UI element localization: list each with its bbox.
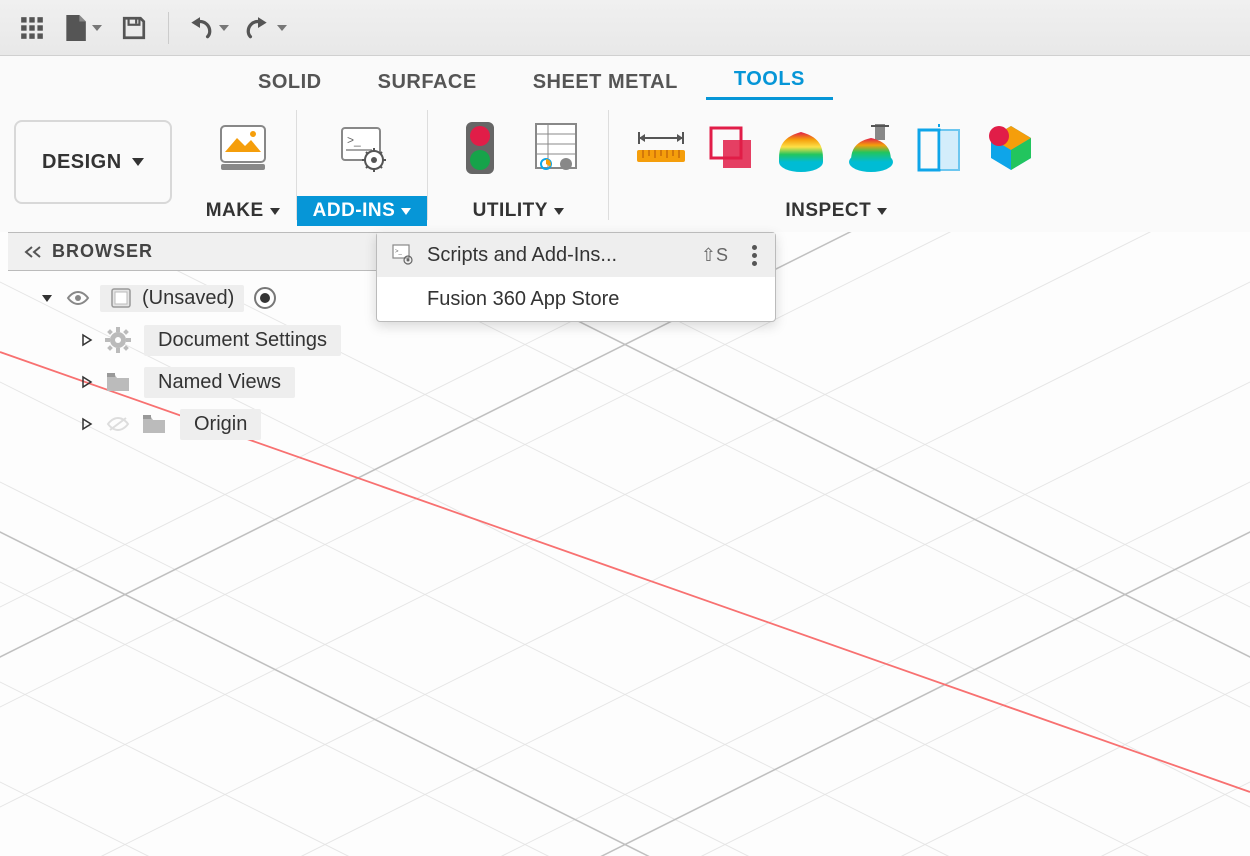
gear-icon — [104, 326, 132, 354]
chevron-down-icon — [401, 208, 411, 215]
addins-dropdown-menu: >_ Scripts and Add-Ins... ⇧S Fusion 360 … — [376, 232, 776, 322]
folder-icon — [104, 368, 132, 396]
tab-surface[interactable]: SURFACE — [350, 63, 505, 100]
scripts-addins-icon: >_ — [391, 243, 415, 267]
redo-icon — [245, 17, 271, 39]
expand-toggle-icon[interactable] — [78, 373, 96, 391]
tab-tools[interactable]: TOOLS — [706, 60, 833, 100]
separator — [168, 12, 169, 44]
browser-tree: (Unsaved) Document Settings Named Views — [8, 271, 418, 451]
chevron-down-icon — [219, 25, 229, 31]
menu-item-scripts-addins[interactable]: >_ Scripts and Add-Ins... ⇧S — [377, 233, 775, 277]
tree-item-label: Origin — [180, 409, 261, 440]
tab-solid[interactable]: SOLID — [230, 63, 350, 100]
browser-header[interactable]: BROWSER — [8, 232, 418, 271]
ribbon-tabs: SOLID SURFACE SHEET METAL TOOLS — [0, 56, 1250, 100]
ribbon-group-utility: UTILITY — [428, 100, 608, 232]
ribbon-group-inspect: INSPECT — [609, 100, 1063, 232]
inspect-dropdown[interactable]: INSPECT — [769, 196, 903, 226]
addins-dropdown[interactable]: ADD-INS — [297, 196, 428, 226]
top-toolbar — [0, 0, 1250, 56]
scripts-addins-icon[interactable]: >_ — [330, 116, 394, 180]
tab-sheet-metal[interactable]: SHEET METAL — [505, 63, 706, 100]
ribbon-body: DESIGN MAKE >_ ADD-INS — [0, 100, 1250, 232]
tree-root-label-box: (Unsaved) — [100, 285, 244, 312]
menu-item-label: Fusion 360 App Store — [427, 288, 761, 311]
browser-title: BROWSER — [52, 241, 153, 262]
menu-item-app-store[interactable]: Fusion 360 App Store — [377, 277, 775, 321]
tree-item-origin[interactable]: Origin — [8, 403, 418, 445]
chevron-down-icon — [132, 158, 144, 166]
save-icon — [121, 15, 147, 41]
measure-icon[interactable] — [629, 116, 693, 180]
svg-text:>_: >_ — [347, 133, 361, 147]
file-menu-button[interactable] — [60, 11, 106, 45]
tree-item-document-settings[interactable]: Document Settings — [8, 319, 418, 361]
chevron-down-icon — [554, 208, 564, 215]
spreadsheet-icon[interactable] — [524, 116, 588, 180]
workspace-selector[interactable]: DESIGN — [14, 120, 172, 204]
print-3d-icon[interactable] — [211, 116, 275, 180]
component-color-icon[interactable] — [979, 116, 1043, 180]
undo-button[interactable] — [183, 13, 233, 43]
tree-root-row[interactable]: (Unsaved) — [8, 277, 418, 319]
collapse-icon — [24, 245, 42, 259]
utility-dropdown[interactable]: UTILITY — [457, 196, 580, 226]
visibility-hidden-icon[interactable] — [104, 410, 132, 438]
blank-icon — [391, 287, 415, 311]
collapse-toggle-icon[interactable] — [38, 289, 56, 307]
svg-text:>_: >_ — [395, 249, 403, 255]
menu-item-label: Scripts and Add-Ins... — [427, 244, 689, 267]
radio-selected-icon[interactable] — [254, 287, 276, 309]
section-analysis-icon[interactable] — [909, 116, 973, 180]
undo-icon — [187, 17, 213, 39]
make-dropdown[interactable]: MAKE — [190, 196, 296, 226]
visibility-icon[interactable] — [64, 284, 92, 312]
chevron-down-icon — [270, 208, 280, 215]
ribbon: SOLID SURFACE SHEET METAL TOOLS DESIGN M… — [0, 56, 1250, 232]
chevron-down-icon — [277, 25, 287, 31]
chevron-down-icon — [92, 25, 102, 31]
workspace-label: DESIGN — [42, 151, 122, 174]
kebab-icon[interactable] — [748, 245, 761, 266]
tree-root-label: (Unsaved) — [142, 287, 234, 310]
traffic-light-icon[interactable] — [448, 116, 512, 180]
draft-analysis-icon[interactable] — [839, 116, 903, 180]
interference-icon[interactable] — [699, 116, 763, 180]
tree-item-label: Document Settings — [144, 325, 341, 356]
ribbon-group-make: MAKE — [190, 100, 296, 232]
folder-icon — [140, 410, 168, 438]
browser-panel: BROWSER (Unsaved) Document Settings — [8, 232, 418, 451]
menu-item-shortcut: ⇧S — [701, 245, 728, 266]
ribbon-group-addins: >_ ADD-INS — [297, 100, 428, 232]
component-icon — [110, 287, 132, 309]
tree-item-named-views[interactable]: Named Views — [8, 361, 418, 403]
expand-toggle-icon[interactable] — [78, 331, 96, 349]
apps-grid-icon[interactable] — [12, 8, 52, 48]
zebra-analysis-icon[interactable] — [769, 116, 833, 180]
redo-button[interactable] — [241, 13, 291, 43]
tree-item-label: Named Views — [144, 367, 295, 398]
chevron-down-icon — [877, 208, 887, 215]
save-button[interactable] — [114, 8, 154, 48]
expand-toggle-icon[interactable] — [78, 415, 96, 433]
file-icon — [64, 15, 86, 41]
